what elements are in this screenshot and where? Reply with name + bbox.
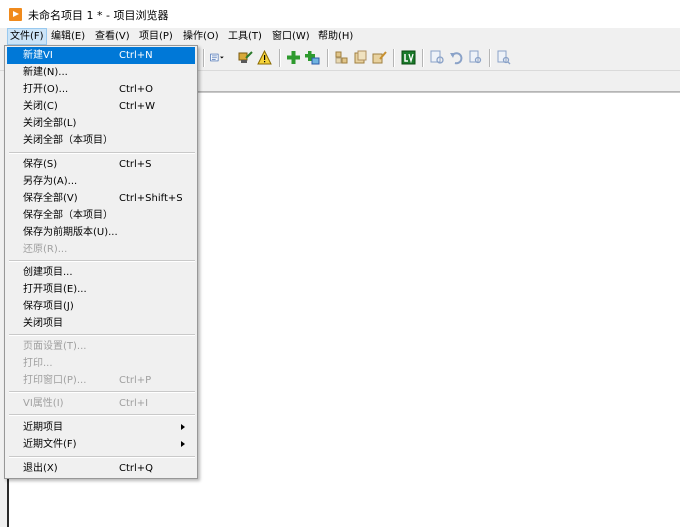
window-title: 未命名项目 1 * - 项目浏览器 bbox=[28, 9, 169, 22]
submenu-arrow-icon bbox=[181, 441, 185, 447]
toolbar-separator bbox=[422, 49, 424, 67]
menu-item-close-project[interactable]: 关闭项目 bbox=[7, 315, 195, 332]
menu-item-save-all[interactable]: 保存全部(V) Ctrl+Shift+S bbox=[7, 190, 195, 207]
menu-edit[interactable]: 编辑(E) bbox=[49, 28, 87, 45]
menu-item-recent-files[interactable]: 近期文件(F) bbox=[7, 436, 195, 453]
menu-separator bbox=[9, 260, 195, 262]
undo-icon bbox=[449, 50, 464, 65]
labview-icon[interactable] bbox=[401, 50, 416, 65]
menu-file[interactable]: 文件(F) bbox=[7, 28, 47, 45]
menu-help[interactable]: 帮助(H) bbox=[316, 28, 355, 45]
properties-icon bbox=[372, 50, 387, 65]
menu-item-recent-projects[interactable]: 近期项目 bbox=[7, 419, 195, 436]
menu-item-revert: 还原(R)... bbox=[23, 244, 68, 255]
search-project-icon bbox=[468, 50, 483, 65]
menu-bar: 文件(F) 编辑(E) 查看(V) 项目(P) 操作(O) 工具(T) 窗口(W… bbox=[0, 28, 680, 45]
menu-item-close-all[interactable]: 关闭全部(L) bbox=[7, 115, 195, 132]
menu-project[interactable]: 项目(P) bbox=[137, 28, 175, 45]
menu-item-new-vi[interactable]: 新建VI Ctrl+N bbox=[7, 47, 195, 64]
menu-tools[interactable]: 工具(T) bbox=[226, 28, 264, 45]
menu-item-exit[interactable]: 退出(X) Ctrl+Q bbox=[7, 460, 195, 477]
toolbar-separator bbox=[279, 49, 281, 67]
add-item-icon[interactable] bbox=[286, 50, 301, 65]
toolbar-separator bbox=[203, 49, 205, 67]
find-icon bbox=[430, 50, 445, 65]
toolbar-separator bbox=[393, 49, 395, 67]
menu-item-open-project[interactable]: 打开项目(E)... bbox=[7, 281, 195, 298]
file-menu-dropdown: 新建VI Ctrl+N 新建(N)... 打开(O)... Ctrl+O 关闭(… bbox=[4, 45, 198, 479]
title-bar: 未命名项目 1 * - 项目浏览器 bbox=[0, 0, 680, 28]
submenu-arrow-icon bbox=[181, 424, 185, 430]
labview-app-icon bbox=[9, 8, 22, 21]
menu-item-print-window: 打印窗口(P)... Ctrl+P bbox=[23, 375, 152, 386]
menu-item-page-setup: 页面设置(T)... bbox=[23, 341, 87, 352]
menu-separator bbox=[9, 414, 195, 416]
menu-item-close[interactable]: 关闭(C) Ctrl+W bbox=[7, 98, 195, 115]
menu-separator bbox=[9, 152, 195, 154]
menu-window[interactable]: 窗口(W) bbox=[270, 28, 312, 45]
menu-separator bbox=[9, 456, 195, 458]
toolbar-separator bbox=[327, 49, 329, 67]
warning-icon[interactable] bbox=[257, 50, 272, 65]
menu-separator bbox=[9, 334, 195, 336]
search-icon bbox=[496, 50, 511, 65]
files-icon bbox=[353, 50, 368, 65]
deploy-icon[interactable] bbox=[238, 50, 253, 65]
build-icon bbox=[334, 50, 349, 65]
menu-item-save-as[interactable]: 另存为(A)... bbox=[7, 173, 195, 190]
menu-item-close-all-project[interactable]: 关闭全部（本项目） bbox=[7, 132, 195, 149]
menu-item-new[interactable]: 新建(N)... bbox=[7, 64, 195, 81]
menu-view[interactable]: 查看(V) bbox=[93, 28, 132, 45]
menu-item-vi-properties: VI属性(I) Ctrl+I bbox=[23, 398, 149, 409]
menu-separator bbox=[9, 391, 195, 393]
menu-item-save-project[interactable]: 保存项目(J) bbox=[7, 298, 195, 315]
menu-item-create-project[interactable]: 创建项目... bbox=[7, 264, 195, 281]
menu-item-open[interactable]: 打开(O)... Ctrl+O bbox=[7, 81, 195, 98]
add-folder-icon[interactable] bbox=[305, 50, 320, 65]
toolbar-separator bbox=[489, 49, 491, 67]
menu-item-save[interactable]: 保存(S) Ctrl+S bbox=[7, 156, 195, 173]
view-dropdown-icon[interactable] bbox=[210, 50, 234, 65]
menu-operate[interactable]: 操作(O) bbox=[181, 28, 221, 45]
menu-item-save-all-project[interactable]: 保存全部（本项目） bbox=[7, 207, 195, 224]
menu-item-save-previous-version[interactable]: 保存为前期版本(U)... bbox=[7, 224, 195, 241]
menu-item-print: 打印... bbox=[23, 358, 53, 369]
